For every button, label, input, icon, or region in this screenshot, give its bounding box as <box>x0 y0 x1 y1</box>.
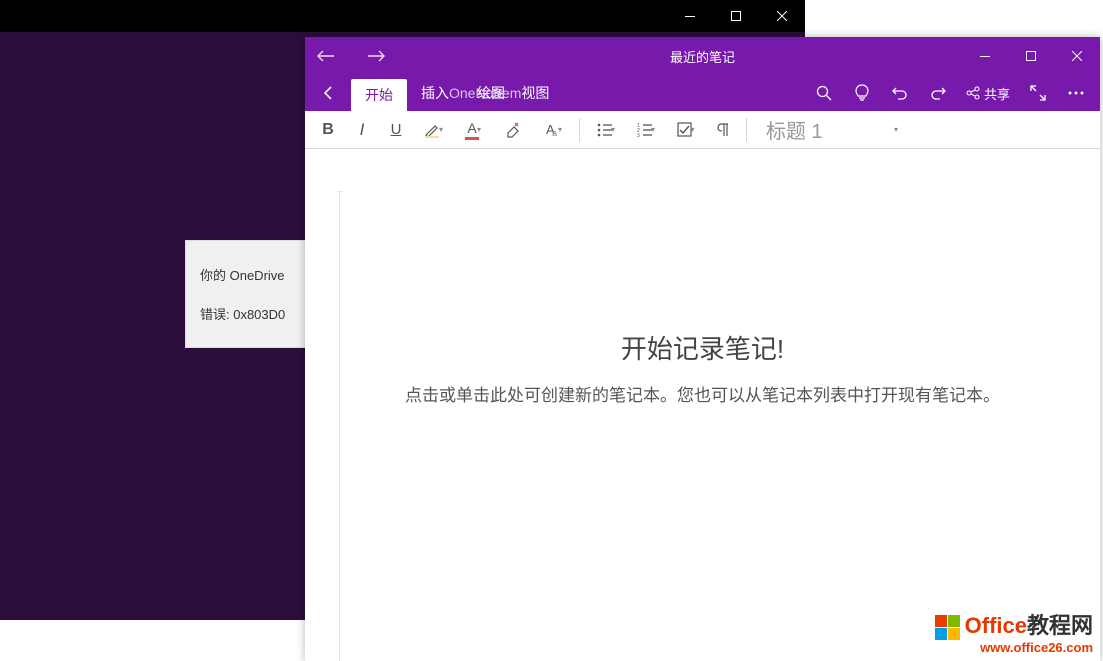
bold-button[interactable]: B <box>311 114 345 146</box>
bg-maximize-button[interactable] <box>713 0 759 32</box>
maximize-button[interactable] <box>1008 37 1054 75</box>
tab-insert[interactable]: 插入OneNote绘图Gem视图 <box>407 75 563 111</box>
office-logo-icon <box>935 614 961 640</box>
nav-forward-button[interactable] <box>363 46 389 66</box>
tab-home[interactable]: 开始 <box>351 79 407 111</box>
watermark: Office教程网 www.office26.com <box>935 608 1093 655</box>
highlight-button[interactable]: ▾ <box>413 114 453 146</box>
bullet-list-button[interactable]: ▾ <box>586 114 626 146</box>
svg-text:a: a <box>552 128 557 138</box>
minimize-button[interactable] <box>962 37 1008 75</box>
paragraph-icon <box>716 122 730 138</box>
paragraph-button[interactable] <box>706 114 740 146</box>
svg-text:3: 3 <box>637 133 640 137</box>
bg-titlebar <box>0 0 805 32</box>
nav-back-button[interactable] <box>313 46 339 66</box>
ribbon-back-button[interactable] <box>305 75 351 111</box>
share-button[interactable]: 共享 <box>960 84 1016 103</box>
format-painter-button[interactable]: Aa ▾ <box>533 114 573 146</box>
underline-button[interactable]: U <box>379 114 413 146</box>
redo-button[interactable] <box>922 77 954 109</box>
font-color-button[interactable]: A ▾ <box>453 114 493 146</box>
share-icon <box>966 86 980 100</box>
eraser-icon <box>504 121 522 139</box>
undo-button[interactable] <box>884 77 916 109</box>
watermark-url: www.office26.com <box>935 640 1093 655</box>
close-button[interactable] <box>1054 37 1100 75</box>
clear-format-button[interactable] <box>493 114 533 146</box>
todo-tag-button[interactable]: ▾ <box>666 114 706 146</box>
share-label: 共享 <box>984 84 1010 103</box>
empty-state: 开始记录笔记! 点击或单击此处可创建新的笔记本。您也可以从笔记本列表中打开现有笔… <box>355 329 1050 409</box>
empty-state-subtitle[interactable]: 点击或单击此处可创建新的笔记本。您也可以从笔记本列表中打开现有笔记本。 <box>355 382 1050 409</box>
window-title: 最近的笔记 <box>670 47 735 66</box>
format-toolbar: B I U ▾ A ▾ Aa ▾ ▾ 123 ▾ ▾ <box>305 111 1100 149</box>
bg-close-button[interactable] <box>759 0 805 32</box>
heading-style-dropdown[interactable]: 标题 1 ▾ <box>757 117 907 143</box>
style-placeholder: 标题 1 <box>766 115 823 144</box>
bg-minimize-button[interactable] <box>667 0 713 32</box>
fullscreen-icon[interactable] <box>1022 77 1054 109</box>
onenote-titlebar: 最近的笔记 <box>305 37 1100 75</box>
numbered-list-button[interactable]: 123 ▾ <box>626 114 666 146</box>
italic-button[interactable]: I <box>345 114 379 146</box>
page-edge-marker <box>339 191 343 661</box>
lightbulb-icon[interactable] <box>846 77 878 109</box>
more-icon[interactable] <box>1060 77 1092 109</box>
search-icon[interactable] <box>808 77 840 109</box>
empty-state-title: 开始记录笔记! <box>355 329 1050 366</box>
ribbon-tabs: 开始 插入OneNote绘图Gem视图 共享 <box>305 75 1100 111</box>
note-canvas[interactable]: 开始记录笔记! 点击或单击此处可创建新的笔记本。您也可以从笔记本列表中打开现有笔… <box>305 149 1100 661</box>
onenote-window: 最近的笔记 开始 插入OneNote绘图Gem视图 <box>305 37 1100 661</box>
